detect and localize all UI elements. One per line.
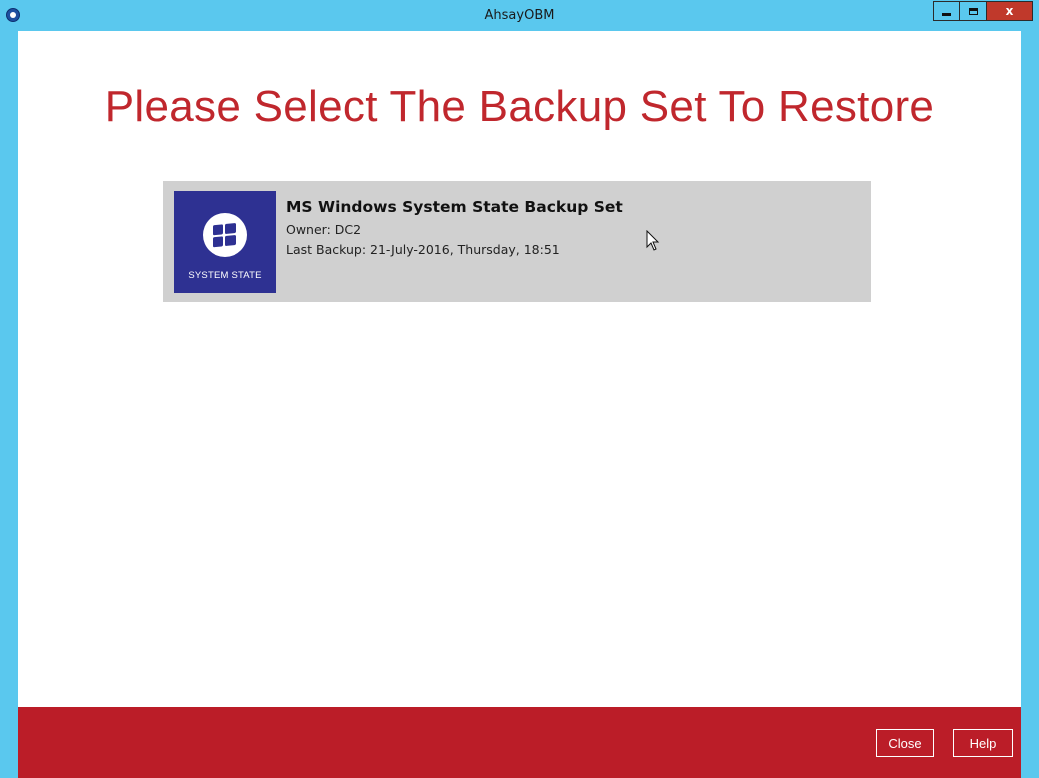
backup-set-owner: Owner: DC2 [286, 222, 362, 237]
minimize-button[interactable] [933, 1, 960, 21]
window-title: AhsayOBM [484, 8, 555, 23]
window-close-button[interactable]: x [987, 1, 1033, 21]
windows-logo-icon [203, 213, 247, 257]
minimize-icon [942, 12, 951, 16]
footer-bar [18, 707, 1021, 778]
close-button[interactable]: Close [876, 729, 934, 757]
title-bar[interactable]: AhsayOBM x [0, 0, 1039, 31]
mouse-cursor-icon [646, 230, 660, 251]
maximize-button[interactable] [960, 1, 987, 21]
backup-set-last-backup: Last Backup: 21-July-2016, Thursday, 18:… [286, 242, 560, 257]
window-border-right [1021, 31, 1039, 778]
maximize-icon [968, 7, 978, 15]
window-border-left [0, 31, 18, 778]
backup-set-item[interactable]: SYSTEM STATE MS Windows System State Bac… [163, 181, 871, 302]
page-title: Please Select The Backup Set To Restore [104, 82, 935, 131]
system-state-label: SYSTEM STATE [188, 270, 262, 281]
system-state-icon: SYSTEM STATE [174, 191, 276, 293]
app-window: AhsayOBM x Please Select The Backup Set … [0, 0, 1039, 778]
content-area [18, 31, 1021, 778]
close-icon: x [1005, 4, 1014, 18]
backup-set-name: MS Windows System State Backup Set [286, 198, 623, 216]
help-button[interactable]: Help [953, 729, 1013, 757]
